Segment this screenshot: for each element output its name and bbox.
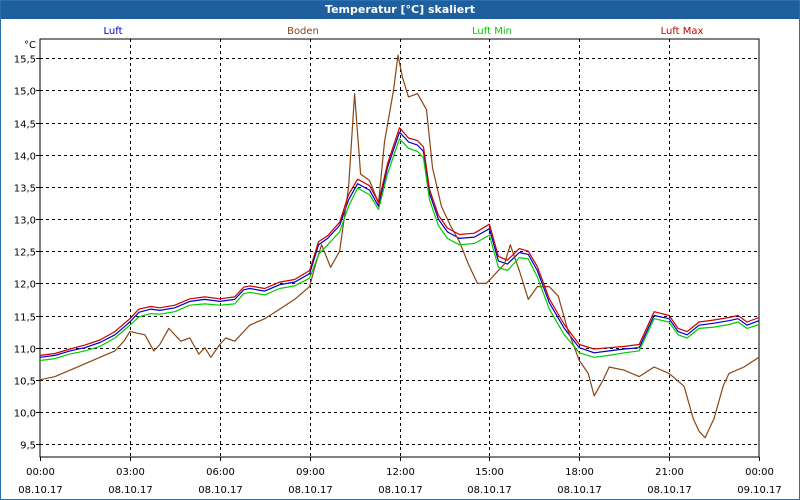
x-tick-date: 08.10.17: [557, 485, 602, 496]
y-tick-label: 10,5: [14, 377, 36, 388]
y-tick-label: 12,5: [14, 248, 36, 259]
y-tick-label: 15,5: [14, 55, 36, 66]
y-tick-label: 15,0: [14, 87, 36, 98]
legend-entry-boden: Boden: [287, 26, 319, 37]
x-tick-time: 00:00: [745, 467, 774, 478]
y-tick-label: 13,0: [14, 216, 36, 227]
x-tick-date: 08.10.17: [647, 485, 692, 496]
x-tick-time: 21:00: [655, 467, 684, 478]
plot-frame: [39, 38, 760, 458]
y-tick-label: 11,5: [14, 313, 36, 324]
x-tick-date: 08.10.17: [288, 485, 333, 496]
y-tick-label: 14,0: [14, 152, 36, 163]
y-tick-label: 11,0: [14, 345, 36, 356]
x-tick-time: 03:00: [116, 467, 145, 478]
y-tick-label: 9,5: [20, 441, 36, 452]
x-tick-time: 18:00: [565, 467, 594, 478]
y-tick-label: 13,5: [14, 184, 36, 195]
x-tick-date: 09.10.17: [737, 485, 782, 496]
x-tick-time: 06:00: [206, 467, 235, 478]
x-tick-time: 15:00: [475, 467, 504, 478]
x-tick-date: 08.10.17: [18, 485, 63, 496]
x-tick-time: 09:00: [296, 467, 325, 478]
temperature-chart: 9,5 10,0 10,5 11,0 11,5 12,0 12,5 13,0 13,5 14,0 1…: [14, 26, 782, 496]
x-tick-date: 08.10.17: [108, 485, 153, 496]
x-tick-time: 00:00: [26, 467, 55, 478]
x-tick-date: 08.10.17: [467, 485, 512, 496]
legend-entry-luft: Luft: [104, 26, 123, 37]
y-tick-label: 12,0: [14, 280, 36, 291]
y-axis-label: °C: [24, 40, 36, 51]
x-tick-date: 08.10.17: [378, 485, 423, 496]
y-tick-label: 14,5: [14, 120, 36, 131]
x-tick-time: 12:00: [386, 467, 415, 478]
x-tick-date: 08.10.17: [198, 485, 243, 496]
legend-entry-luft-max: Luft Max: [661, 26, 704, 37]
legend-entry-luft-min: Luft Min: [472, 26, 512, 37]
y-tick-label: 10,0: [14, 409, 36, 420]
